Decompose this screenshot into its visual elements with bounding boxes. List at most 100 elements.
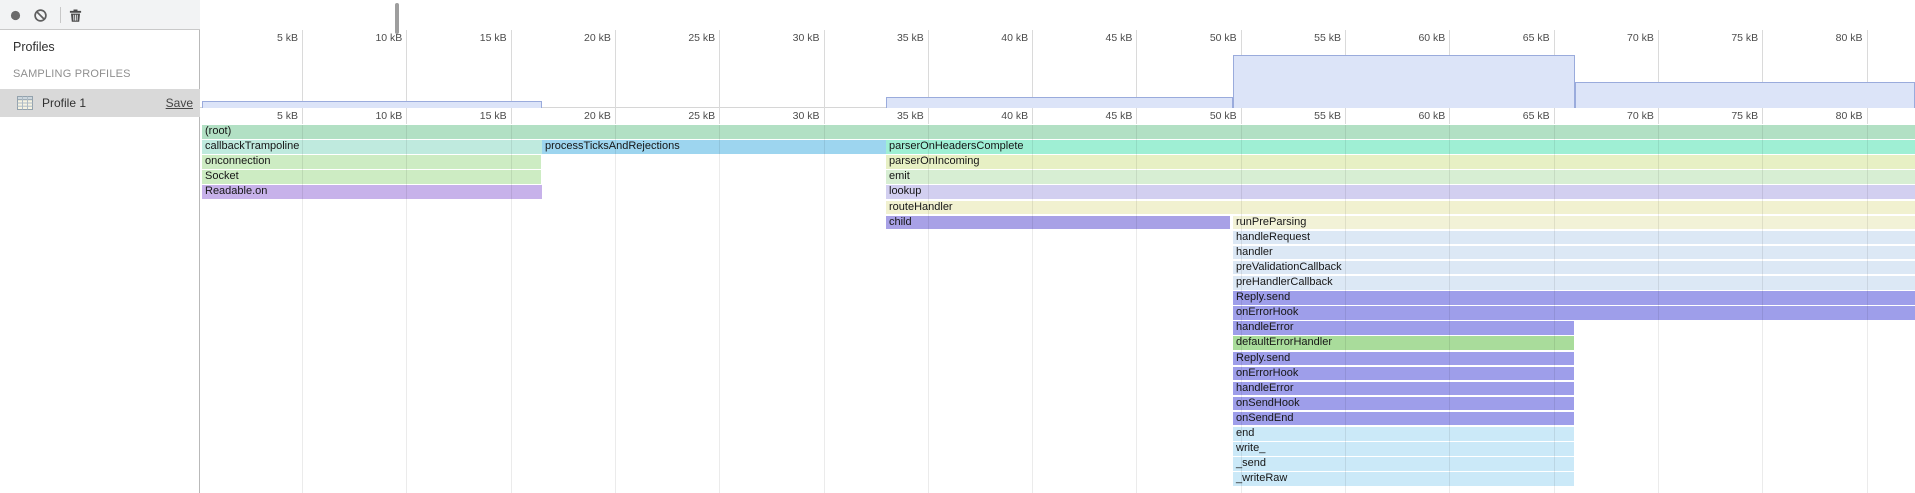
ruler-tick-label: 5 kB xyxy=(240,32,298,44)
ruler-tick-label: 65 kB xyxy=(1492,110,1550,122)
ruler-tick-label: 25 kB xyxy=(657,110,715,122)
gridline xyxy=(1762,125,1763,493)
flame-block-end[interactable]: end xyxy=(1233,427,1574,441)
gridline xyxy=(1658,125,1659,493)
ruler-tick-label: 10 kB xyxy=(344,32,402,44)
save-link[interactable]: Save xyxy=(166,96,193,110)
ruler-tick-label: 40 kB xyxy=(970,110,1028,122)
gridline xyxy=(511,125,512,493)
ruler-tick-label: 10 kB xyxy=(344,110,402,122)
ruler-tick-label: 70 kB xyxy=(1596,110,1654,122)
flame-block-prevalidationcallback[interactable]: preValidationCallback xyxy=(1233,261,1915,275)
flame-block-defaulterrorhandler[interactable]: defaultErrorHandler xyxy=(1233,336,1574,350)
flame-block-onsendhook[interactable]: onSendHook xyxy=(1233,397,1574,411)
flame-block-write[interactable]: write_ xyxy=(1233,442,1574,456)
flame-block-handleerror[interactable]: handleError xyxy=(1233,382,1574,396)
profile-name: Profile 1 xyxy=(42,96,86,110)
flame-block-onconnection[interactable]: onconnection xyxy=(202,155,541,169)
flame-block-handler[interactable]: handler xyxy=(1233,246,1915,260)
gridline xyxy=(1867,125,1868,493)
ruler-tick-label: 45 kB xyxy=(1074,32,1132,44)
sampling-profiles-section-label: SAMPLING PROFILES xyxy=(13,68,131,80)
ruler-tick-label: 30 kB xyxy=(762,32,820,44)
flame-block-onerrorhook[interactable]: onErrorHook xyxy=(1233,367,1574,381)
profiles-title: Profiles xyxy=(13,40,55,54)
ruler-tick-label: 35 kB xyxy=(866,110,924,122)
gridline xyxy=(1345,125,1346,493)
gridline xyxy=(1032,125,1033,493)
ruler-tick-label: 55 kB xyxy=(1283,32,1341,44)
trash-icon[interactable] xyxy=(68,8,83,23)
gridline xyxy=(615,30,616,124)
ruler-tick-label: 60 kB xyxy=(1387,110,1445,122)
flame-block-routehandler[interactable]: routeHandler xyxy=(886,201,1915,215)
ruler-tick-label: 75 kB xyxy=(1700,110,1758,122)
overview-band xyxy=(1233,55,1575,108)
flame-block-handleerror[interactable]: handleError xyxy=(1233,321,1574,335)
flame-block-handlerequest[interactable]: handleRequest xyxy=(1233,231,1915,245)
gridline xyxy=(511,30,512,124)
gridline xyxy=(302,30,303,124)
flame-block-writeraw[interactable]: _writeRaw xyxy=(1233,472,1574,486)
record-button[interactable] xyxy=(8,8,23,23)
gridline xyxy=(719,125,720,493)
gridline xyxy=(1762,30,1763,124)
ruler-tick-label: 55 kB xyxy=(1283,110,1341,122)
profile-grid-icon xyxy=(17,95,33,111)
scrollbar-thumb[interactable] xyxy=(395,3,399,34)
ruler-tick-label: 50 kB xyxy=(1179,32,1237,44)
gridline xyxy=(928,30,929,124)
flame-block-parseronincoming[interactable]: parserOnIncoming xyxy=(886,155,1915,169)
ruler-tick-label: 20 kB xyxy=(553,110,611,122)
ruler-tick-label: 65 kB xyxy=(1492,32,1550,44)
toolbar-separator xyxy=(60,7,61,23)
flame-block-readable-on[interactable]: Readable.on xyxy=(202,185,542,199)
heap-profiler-panel: Chart Profiles SAMPLING PROFILES Profile… xyxy=(0,0,1915,493)
gridline xyxy=(1241,125,1242,493)
flame-block-prehandlercallback[interactable]: preHandlerCallback xyxy=(1233,276,1915,290)
flame-block-reply-send[interactable]: Reply.send xyxy=(1233,291,1915,305)
gridline xyxy=(406,30,407,124)
flame-block-emit[interactable]: emit xyxy=(886,170,1915,184)
flame-block-onsendend[interactable]: onSendEnd xyxy=(1233,412,1574,426)
sidebar-item-profile-1[interactable]: Profile 1 Save xyxy=(0,89,200,117)
flame-block-parseronheaderscomplete[interactable]: parserOnHeadersComplete xyxy=(886,140,1915,154)
ruler-tick-label: 45 kB xyxy=(1074,110,1132,122)
ruler-tick-label: 70 kB xyxy=(1596,32,1654,44)
gridline xyxy=(615,125,616,493)
gridline xyxy=(1032,30,1033,124)
gridline xyxy=(824,125,825,493)
gridline xyxy=(719,30,720,124)
overview-band xyxy=(1575,82,1915,108)
sidebar: Profiles SAMPLING PROFILES Profile 1 Sav… xyxy=(0,30,200,493)
ruler-tick-label: 80 kB xyxy=(1805,32,1863,44)
gridline xyxy=(1449,125,1450,493)
flame-block-send[interactable]: _send xyxy=(1233,457,1574,471)
flame-block-callbacktrampoline[interactable]: callbackTrampoline xyxy=(202,140,542,154)
flame-block-lookup[interactable]: lookup xyxy=(886,185,1915,199)
ruler-tick-label: 75 kB xyxy=(1700,32,1758,44)
ruler-tick-label: 50 kB xyxy=(1179,110,1237,122)
gridline xyxy=(1136,30,1137,124)
flame-block-socket[interactable]: Socket xyxy=(202,170,541,184)
ruler-tick-label: 20 kB xyxy=(553,32,611,44)
gridline xyxy=(1554,125,1555,493)
chart-main: 5 kB5 kB10 kB10 kB15 kB15 kB20 kB20 kB25… xyxy=(200,0,1915,493)
gridline xyxy=(1867,30,1868,124)
flame-block-processticksandrejections[interactable]: processTicksAndRejections xyxy=(542,140,886,154)
flame-block-child[interactable]: child xyxy=(886,216,1230,230)
ruler-tick-label: 35 kB xyxy=(866,32,924,44)
clear-icon[interactable] xyxy=(33,8,48,23)
gridline xyxy=(406,125,407,493)
gridline xyxy=(1136,125,1137,493)
gridline xyxy=(302,125,303,493)
ruler-tick-label: 25 kB xyxy=(657,32,715,44)
ruler-tick-label: 5 kB xyxy=(240,110,298,122)
gridline xyxy=(824,30,825,124)
ruler-tick-label: 30 kB xyxy=(762,110,820,122)
flame-block-reply-send[interactable]: Reply.send xyxy=(1233,352,1574,366)
ruler-tick-label: 40 kB xyxy=(970,32,1028,44)
overview-band xyxy=(202,101,542,108)
flame-block-runpreparsing[interactable]: runPreParsing xyxy=(1233,216,1915,230)
flame-block-onerrorhook[interactable]: onErrorHook xyxy=(1233,306,1915,320)
